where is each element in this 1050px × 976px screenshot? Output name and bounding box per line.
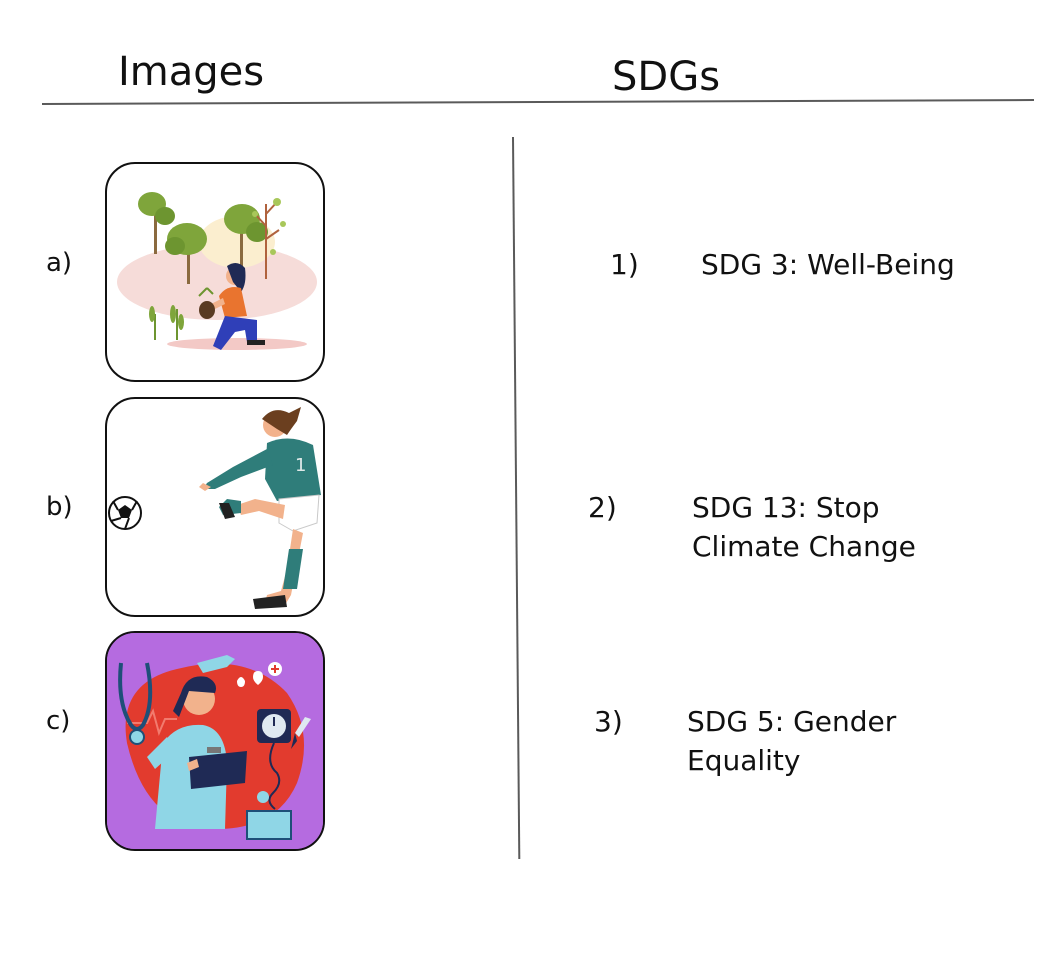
- sdg-item-1: SDG 3: Well-Being: [701, 245, 955, 284]
- image-label-b: b): [46, 492, 73, 522]
- column-divider: [512, 136, 521, 859]
- health-worker-illustration: [107, 633, 323, 849]
- sdg-item-3-line-1: SDG 5: Gender: [687, 705, 897, 738]
- sdg-item-2: SDG 13: Stop Climate Change: [692, 488, 916, 566]
- sdg-number-1: 1): [610, 248, 639, 281]
- image-card-c: [105, 631, 325, 851]
- image-card-a: [105, 162, 325, 382]
- svg-text:1: 1: [295, 455, 306, 476]
- sdg-number-2: 2): [588, 491, 617, 524]
- tree-planting-illustration: [117, 192, 317, 350]
- sdg-item-3-line-2: Equality: [687, 744, 801, 777]
- sdg-item-3: SDG 5: Gender Equality: [687, 702, 896, 780]
- image-label-a: a): [46, 248, 73, 278]
- sdg-number-3: 3): [594, 705, 623, 738]
- sdgs-header: SDGs: [612, 54, 721, 100]
- image-label-c: c): [46, 706, 71, 736]
- sdg-item-1-line-1: SDG 3: Well-Being: [701, 248, 955, 281]
- sdg-item-2-line-1: SDG 13: Stop: [692, 491, 880, 524]
- images-header: Images: [118, 49, 265, 95]
- sdg-item-2-line-2: Climate Change: [692, 530, 916, 563]
- image-card-b: 1: [105, 397, 325, 617]
- header-divider: [41, 99, 1034, 105]
- soccer-player-illustration: 1: [108, 407, 321, 609]
